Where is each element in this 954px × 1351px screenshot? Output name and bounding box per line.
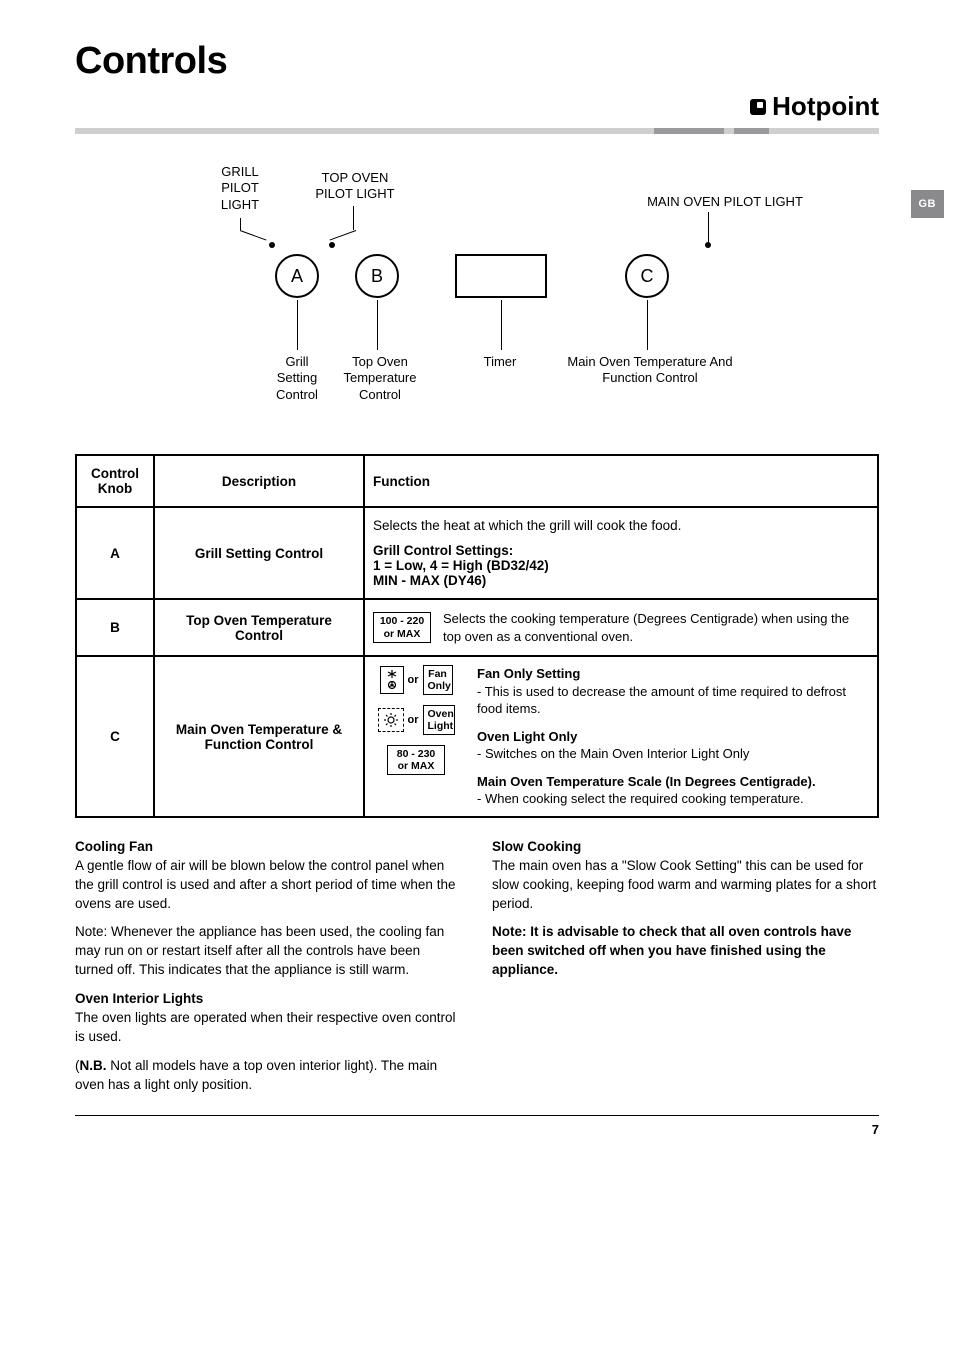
label-grill-setting: Grill Setting Control: [267, 354, 327, 403]
cell-func-a: Selects the heat at which the grill will…: [364, 507, 878, 599]
th-func: Function: [364, 455, 878, 507]
th-knob: Control Knob: [76, 455, 154, 507]
light-icon: [378, 708, 404, 732]
oven-light-label: Oven Light: [423, 705, 455, 735]
lights-p1: The oven lights are operated when their …: [75, 1009, 462, 1047]
knob-c: C: [625, 254, 669, 298]
range-box-c: 80 - 230 or MAX: [387, 745, 445, 775]
brand-icon: [750, 99, 766, 115]
cell-knob-c: C: [76, 656, 154, 817]
label-main-oven-pilot: MAIN OVEN PILOT LIGHT: [625, 194, 825, 210]
label-main-oven-func: Main Oven Temperature And Function Contr…: [565, 354, 735, 387]
page-number: 7: [75, 1122, 879, 1137]
controls-diagram: GRILL PILOT LIGHT TOP OVEN PILOT LIGHT M…: [155, 164, 879, 424]
th-desc: Description: [154, 455, 364, 507]
note-text: Note: It is advisable to check that all …: [492, 923, 879, 980]
controls-table: Control Knob Description Function A Gril…: [75, 454, 879, 818]
label-timer: Timer: [475, 354, 525, 370]
footer-rule: [75, 1115, 879, 1116]
cooling-p2: Note: Whenever the appliance has been us…: [75, 923, 462, 980]
lights-p2: (N.B. Not all models have a top oven int…: [75, 1057, 462, 1095]
table-row: B Top Oven Temperature Control 100 - 220…: [76, 599, 878, 656]
label-top-oven-pilot: TOP OVEN PILOT LIGHT: [310, 170, 400, 203]
cell-desc-b: Top Oven Temperature Control: [154, 599, 364, 656]
timer-panel: [455, 254, 547, 298]
fan-only-label: Fan Only: [423, 665, 453, 695]
language-tab: GB: [911, 190, 945, 218]
table-row: A Grill Setting Control Selects the heat…: [76, 507, 878, 599]
right-column: Slow Cooking The main oven has a "Slow C…: [492, 838, 879, 1105]
knob-a: A: [275, 254, 319, 298]
cell-desc-a: Grill Setting Control: [154, 507, 364, 599]
brand-logo: Hotpoint: [750, 91, 879, 122]
slow-heading: Slow Cooking: [492, 838, 879, 857]
label-grill-pilot: GRILL PILOT LIGHT: [210, 164, 270, 213]
lights-heading: Oven Interior Lights: [75, 990, 462, 1009]
table-row: C Main Oven Temperature & Function Contr…: [76, 656, 878, 817]
left-column: Cooling Fan A gentle flow of air will be…: [75, 838, 462, 1105]
cell-knob-b: B: [76, 599, 154, 656]
snowflake-fan-icon: [380, 666, 404, 694]
cell-knob-a: A: [76, 507, 154, 599]
slow-p1: The main oven has a "Slow Cook Setting" …: [492, 857, 879, 914]
cell-func-c: or Fan Only: [364, 656, 878, 817]
page-title: Controls: [75, 40, 879, 83]
header-divider: [75, 128, 879, 134]
cooling-fan-heading: Cooling Fan: [75, 838, 462, 857]
label-top-oven-temp: Top Oven Temperature Control: [335, 354, 425, 403]
range-box-b: 100 - 220 or MAX: [373, 612, 431, 642]
cell-func-b: 100 - 220 or MAX Selects the cooking tem…: [364, 599, 878, 656]
cooling-p1: A gentle flow of air will be blown below…: [75, 857, 462, 914]
knob-b: B: [355, 254, 399, 298]
cell-desc-c: Main Oven Temperature & Function Control: [154, 656, 364, 817]
brand-text: Hotpoint: [772, 91, 879, 122]
